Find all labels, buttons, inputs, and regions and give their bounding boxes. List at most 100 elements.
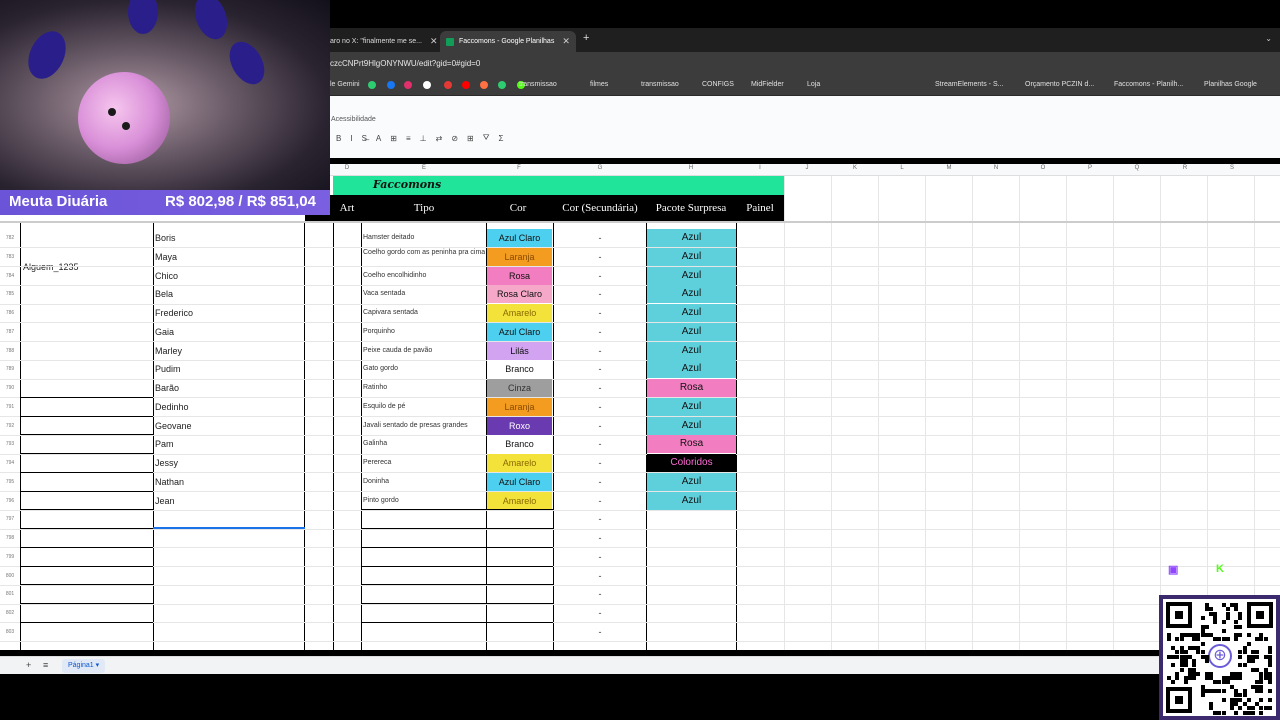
art-name-cell[interactable]: Frederico: [155, 308, 193, 318]
toolbar-button[interactable]: ⊞: [390, 134, 397, 143]
column-header[interactable]: R: [1183, 165, 1187, 171]
toolbar-button[interactable]: Σ: [498, 134, 503, 143]
bookmark-item[interactable]: StreamElements - S...: [935, 81, 1003, 88]
cor-secundaria-cell[interactable]: -: [554, 364, 646, 374]
row-number[interactable]: 795: [0, 479, 20, 485]
row-number[interactable]: 782: [0, 235, 20, 241]
art-name-cell[interactable]: Pudim: [155, 364, 181, 374]
row-number[interactable]: 798: [0, 535, 20, 541]
tipo-cell[interactable]: Doninha: [363, 478, 486, 486]
cor-secundaria-cell[interactable]: -: [554, 514, 646, 524]
cor-secundaria-cell[interactable]: -: [554, 627, 646, 637]
bookmark-item[interactable]: transmissao: [641, 81, 679, 88]
art-name-cell[interactable]: Jessy: [155, 458, 178, 468]
tipo-cell[interactable]: Esquilo de pé: [363, 403, 486, 411]
row-number[interactable]: 786: [0, 310, 20, 316]
cor-secundaria-cell[interactable]: -: [554, 289, 646, 299]
bookmark-item[interactable]: MidFielder: [751, 81, 784, 88]
tipo-cell[interactable]: Capivara sentada: [363, 309, 486, 317]
cor-cell[interactable]: Branco: [487, 360, 552, 379]
row-number[interactable]: 788: [0, 348, 20, 354]
browser-tab-active[interactable]: Faccomons - Google Planilhas ✕: [440, 31, 576, 52]
bookmark-icon[interactable]: [368, 81, 380, 89]
cor-cell[interactable]: Rosa: [487, 266, 552, 285]
tipo-cell[interactable]: Galinha: [363, 440, 486, 448]
cor-secundaria-cell[interactable]: -: [554, 458, 646, 468]
tipo-cell[interactable]: Hamster deitado: [363, 234, 486, 242]
row-number[interactable]: 785: [0, 291, 20, 297]
row-number[interactable]: 790: [0, 385, 20, 391]
bookmark-icon[interactable]: [480, 81, 492, 89]
toolbar-button[interactable]: S̶: [362, 134, 367, 143]
cor-cell[interactable]: Cinza: [487, 379, 552, 397]
column-header[interactable]: J: [806, 165, 809, 171]
chevron-down-icon[interactable]: ⌄: [1265, 34, 1272, 43]
cor-cell[interactable]: Azul Claro: [487, 472, 552, 491]
cor-secundaria-cell[interactable]: -: [554, 346, 646, 356]
cor-secundaria-cell[interactable]: -: [554, 421, 646, 431]
toolbar-button[interactable]: ≡: [406, 134, 411, 143]
column-header[interactable]: G: [598, 165, 603, 171]
cor-secundaria-cell[interactable]: -: [554, 402, 646, 412]
art-name-cell[interactable]: Chico: [155, 271, 178, 281]
accessibility-menu[interactable]: Acessibilidade: [331, 116, 376, 123]
cor-cell[interactable]: Branco: [487, 435, 552, 454]
browser-tab[interactable]: aro no X: "finalmente me se... ✕: [324, 31, 444, 52]
cor-cell[interactable]: Azul Claro: [487, 322, 552, 341]
toolbar-button[interactable]: ⛛: [483, 133, 490, 143]
bookmark-icon[interactable]: [404, 81, 416, 89]
url-field[interactable]: czcCNPrt9HlgONYNWU/edit?gid=0#gid=0: [330, 59, 480, 68]
tipo-cell[interactable]: Porquinho: [363, 328, 486, 336]
cor-cell[interactable]: Amarelo: [487, 491, 552, 510]
row-number[interactable]: 791: [0, 404, 20, 410]
column-header[interactable]: N: [994, 165, 998, 171]
row-number[interactable]: 787: [0, 329, 20, 335]
bookmark-item[interactable]: Orçamento PCZIN d...: [1025, 81, 1094, 88]
tipo-cell[interactable]: Pinto gordo: [363, 497, 486, 505]
pacote-cell[interactable]: Azul: [647, 397, 736, 416]
art-name-cell[interactable]: Gaia: [155, 327, 174, 337]
sheet-tab[interactable]: Página1 ▾: [62, 659, 106, 673]
cor-cell[interactable]: Laranja: [487, 397, 552, 416]
cor-secundaria-cell[interactable]: -: [554, 327, 646, 337]
cor-secundaria-cell[interactable]: -: [554, 608, 646, 618]
row-number[interactable]: 789: [0, 366, 20, 372]
bookmark-icon[interactable]: [462, 81, 474, 89]
row-number[interactable]: 792: [0, 423, 20, 429]
cor-secundaria-cell[interactable]: -: [554, 439, 646, 449]
row-number[interactable]: 793: [0, 441, 20, 447]
art-name-cell[interactable]: Marley: [155, 346, 182, 356]
toolbar-button[interactable]: ⊘: [451, 134, 458, 143]
new-tab-icon[interactable]: +: [583, 32, 589, 44]
art-name-cell[interactable]: Dedinho: [155, 402, 189, 412]
close-icon[interactable]: ✕: [562, 36, 570, 47]
pacote-cell[interactable]: Azul: [647, 304, 736, 322]
bookmark-item[interactable]: Loja: [807, 81, 820, 88]
bookmark-item[interactable]: filmes: [590, 81, 608, 88]
cor-secundaria-cell[interactable]: -: [554, 383, 646, 393]
art-name-cell[interactable]: Pam: [155, 439, 174, 449]
column-header[interactable]: K: [853, 165, 857, 171]
column-header[interactable]: F: [517, 165, 521, 171]
add-sheet-icon[interactable]: +: [26, 660, 31, 670]
cor-secundaria-cell[interactable]: -: [554, 477, 646, 487]
all-sheets-icon[interactable]: ≡: [43, 660, 48, 670]
bookmark-item[interactable]: transmissao: [519, 81, 557, 88]
art-name-cell[interactable]: Boris: [155, 233, 176, 243]
cor-cell[interactable]: Amarelo: [487, 454, 552, 472]
cor-secundaria-cell[interactable]: -: [554, 571, 646, 581]
toolbar-button[interactable]: ⇄: [436, 134, 443, 143]
cor-secundaria-cell[interactable]: -: [554, 533, 646, 543]
toolbar-button[interactable]: ⊥: [420, 134, 427, 143]
pacote-cell[interactable]: Azul: [647, 472, 736, 491]
column-header[interactable]: P: [1088, 165, 1092, 171]
pacote-cell[interactable]: Azul: [647, 341, 736, 360]
column-header[interactable]: I: [759, 165, 761, 171]
pacote-cell[interactable]: Rosa: [647, 435, 736, 454]
frozen-divider[interactable]: [0, 221, 1280, 223]
toolbar-button[interactable]: ⊞: [467, 134, 474, 143]
row-number[interactable]: 799: [0, 554, 20, 560]
cor-secundaria-cell[interactable]: -: [554, 252, 646, 262]
cor-cell[interactable]: Amarelo: [487, 304, 552, 322]
cor-secundaria-cell[interactable]: -: [554, 496, 646, 506]
